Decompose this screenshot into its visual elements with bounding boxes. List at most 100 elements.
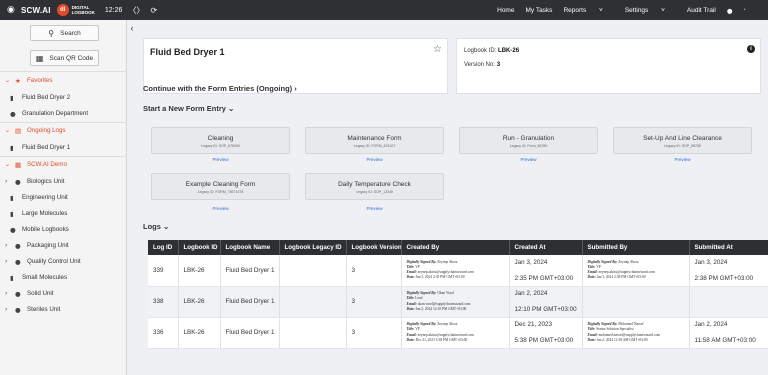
nav-home[interactable]: Home: [497, 7, 514, 14]
preview-link[interactable]: Preview: [305, 157, 444, 162]
nav-settings-label: Settings: [624, 6, 649, 14]
preview-link[interactable]: Preview: [459, 157, 598, 162]
logbook-info-card: Logbook ID: LBK-26 Version No: 3 i: [456, 38, 761, 94]
sig-label: Email:: [406, 301, 417, 306]
folder-icon: ●: [10, 109, 16, 118]
sig-label: Digitally Signed By:: [406, 322, 437, 327]
preview-link[interactable]: Preview: [305, 206, 444, 211]
table-row[interactable]: 339 LBK-26 Fluid Bed Dryer 1 3 Digitally…: [148, 255, 768, 287]
cell-created-by: Digitally Signed By: Okan Varol Title: L…: [401, 286, 510, 318]
logbook-icon: ▮: [10, 273, 14, 282]
chevron-left-icon: ‹: [130, 23, 134, 33]
sig-label: Digitally Signed By:: [587, 259, 618, 264]
time-text: 11:58 AM GMT+03:00: [694, 337, 756, 344]
info-icon[interactable]: i: [747, 45, 755, 53]
date-text: Dec 21, 2023: [514, 321, 552, 328]
sidebar-item-biologics-unit[interactable]: › ● Biologics Unit: [0, 174, 127, 189]
table-row[interactable]: 338 LBK-26 Fluid Bed Dryer 1 3 Digitally…: [148, 286, 768, 318]
sidebar-section-ongoing-logs[interactable]: ⌄ ▤ Ongoing Logs: [0, 123, 127, 138]
search-button[interactable]: ⚲ Search: [30, 25, 99, 41]
logs-toggle[interactable]: Logs ⌄: [143, 222, 169, 231]
date-text: Jan 2, 2024: [514, 290, 548, 297]
preview-link[interactable]: Preview: [613, 157, 752, 162]
scan-qr-button[interactable]: ▦ Scan QR Code: [30, 50, 99, 66]
preview-link[interactable]: Preview: [151, 157, 290, 162]
sidebar-item-fluid-bed-dryer-2[interactable]: ▮ Fluid Bed Dryer 2: [0, 90, 127, 105]
column-header[interactable]: Log ID: [148, 240, 179, 255]
table-row[interactable]: 336 LBK-26 Fluid Bed Dryer 1 3 Digitally…: [148, 317, 768, 349]
nav-audit-trail[interactable]: Audit Trail: [687, 7, 716, 14]
form-legacy-id: Legacy ID: Form_56789: [509, 144, 548, 148]
form-name: Cleaning: [207, 135, 234, 142]
sidebar-item-quality-control-unit[interactable]: › ● Quality Control Unit: [0, 254, 127, 269]
sig-label: Digitally Signed By:: [406, 291, 437, 296]
form-legacy-id: Legacy ID: SOP_98785: [664, 144, 701, 148]
preview-link[interactable]: Preview: [151, 206, 290, 211]
search-label: Search: [60, 29, 81, 37]
cell-submitted-by: Digitally Signed By: Mohamed Nassef Titl…: [582, 317, 690, 349]
cell-version: 3: [346, 317, 402, 349]
sig-line: Date: Jan 3, 2024 2:35 PM GMT+03:00: [407, 275, 504, 280]
continue-ongoing-link[interactable]: Continue with the Form Entries (Ongoing)…: [143, 84, 297, 93]
signature-block: Digitally Signed By: Zeynep Akısu Title:…: [588, 260, 684, 281]
sidebar-section-scw-demo[interactable]: ⌄ ▦ SCW.AI Demo: [0, 157, 127, 172]
sidebar-item-label: Quality Control Unit: [27, 258, 81, 265]
user-menu[interactable]: ● ˅: [727, 6, 757, 15]
cell-legacy-id: [279, 317, 347, 349]
column-header[interactable]: Logbook Legacy ID: [279, 240, 347, 255]
sidebar-item-label: Engineering Unit: [22, 194, 68, 201]
folder-icon: ●: [15, 241, 21, 250]
nav-my-tasks[interactable]: My Tasks: [525, 7, 552, 14]
sidebar-item-granulation-department[interactable]: ● Granulation Department: [0, 106, 127, 121]
sidebar-item-engineering-unit[interactable]: ▮ Engineering Unit: [0, 190, 127, 205]
page-title: Fluid Bed Dryer 1: [150, 47, 225, 57]
cell-created-by: Digitally Signed By: Zeynep Akısu Title:…: [401, 255, 510, 287]
column-header[interactable]: Logbook ID: [178, 240, 221, 255]
sidebar: ⚲ Search ▦ Scan QR Code ⌄ ★ Favorites ▮ …: [0, 20, 127, 375]
sidebar-item-solid-unit[interactable]: › ● Solid Unit: [0, 286, 127, 301]
form-button-run-granulation[interactable]: Run - Granulation Legacy ID: Form_56789: [459, 127, 598, 154]
digital-logbook-logo-icon: dl: [56, 4, 69, 16]
refresh-icon[interactable]: ⟳: [150, 6, 157, 15]
form-button-maintenance[interactable]: Maintenance Form Legacy ID: FORM_674107: [305, 127, 444, 154]
column-header[interactable]: Submitted By: [582, 240, 690, 255]
form-button-example-cleaning[interactable]: Example Cleaning Form Legacy ID: FORM_78…: [151, 173, 290, 200]
log-icon: ▤: [15, 126, 22, 135]
start-new-form-toggle[interactable]: Start a New Form Entry ⌄: [143, 104, 234, 113]
date-text: Jan 2, 2024: [694, 321, 728, 328]
nav-settings[interactable]: Settings ˅: [625, 7, 676, 14]
sig-line: Date: Jan 2, 2024 12:10 PM GMT+03:00: [407, 307, 504, 312]
chevron-down-icon: ⌄: [163, 222, 170, 231]
sig-value: VP: [596, 265, 601, 270]
chevron-down-icon: ⌄: [5, 127, 11, 134]
column-header[interactable]: Created At: [509, 240, 583, 255]
sidebar-item-steriles-unit[interactable]: › ● Steriles Unit: [0, 302, 127, 317]
sig-value: zeynep.akisu@supplychainwizard.com: [417, 270, 474, 275]
nav-reports[interactable]: Reports ˅: [563, 7, 613, 14]
clock-toggle-icon[interactable]: 〈〉: [128, 5, 144, 16]
sidebar-item-large-molecules[interactable]: ▮ Large Molecules: [0, 206, 127, 221]
form-button-cleaning[interactable]: Cleaning Legacy ID: SOP_678090: [151, 127, 290, 154]
column-header[interactable]: Submitted At: [689, 240, 768, 255]
column-header[interactable]: Logbook Name: [220, 240, 280, 255]
form-name: Run - Granulation: [502, 135, 555, 142]
sig-value: Mohamed Nassef: [618, 322, 644, 327]
form-legacy-id: Legacy ID: SOP_678090: [201, 144, 240, 148]
column-header[interactable]: Logbook Version: [346, 240, 402, 255]
star-outline-icon[interactable]: ☆: [433, 44, 442, 55]
form-button-daily-temperature[interactable]: Daily Temperature Check Legacy ID: SOP_1…: [305, 173, 444, 200]
sig-label: Email:: [406, 332, 417, 337]
sidebar-item-fluid-bed-dryer-1[interactable]: ▮ Fluid Bed Dryer 1: [0, 140, 127, 155]
cell-log-id: 338: [148, 286, 179, 318]
sidebar-item-small-molecules[interactable]: ▮ Small Molecules: [0, 270, 127, 285]
sidebar-item-label: Fluid Bed Dryer 2: [22, 94, 71, 101]
sidebar-section-label: Favorites: [27, 77, 53, 84]
sidebar-item-label: Fluid Bed Dryer 1: [22, 144, 71, 151]
sidebar-item-packaging-unit[interactable]: › ● Packaging Unit: [0, 238, 127, 253]
collapse-sidebar-button[interactable]: ‹: [127, 20, 137, 38]
form-button-setup-line-clearance[interactable]: Set-Up And Line Clearance Legacy ID: SOP…: [613, 127, 752, 154]
sidebar-section-favorites[interactable]: ⌄ ★ Favorites: [0, 73, 127, 88]
sidebar-item-mobile-logbooks[interactable]: ● Mobile Logbooks: [0, 222, 127, 237]
column-header[interactable]: Created By: [401, 240, 510, 255]
sig-line: Date: Dec 21, 2023 5:38 PM GMT+03:00: [407, 338, 504, 343]
